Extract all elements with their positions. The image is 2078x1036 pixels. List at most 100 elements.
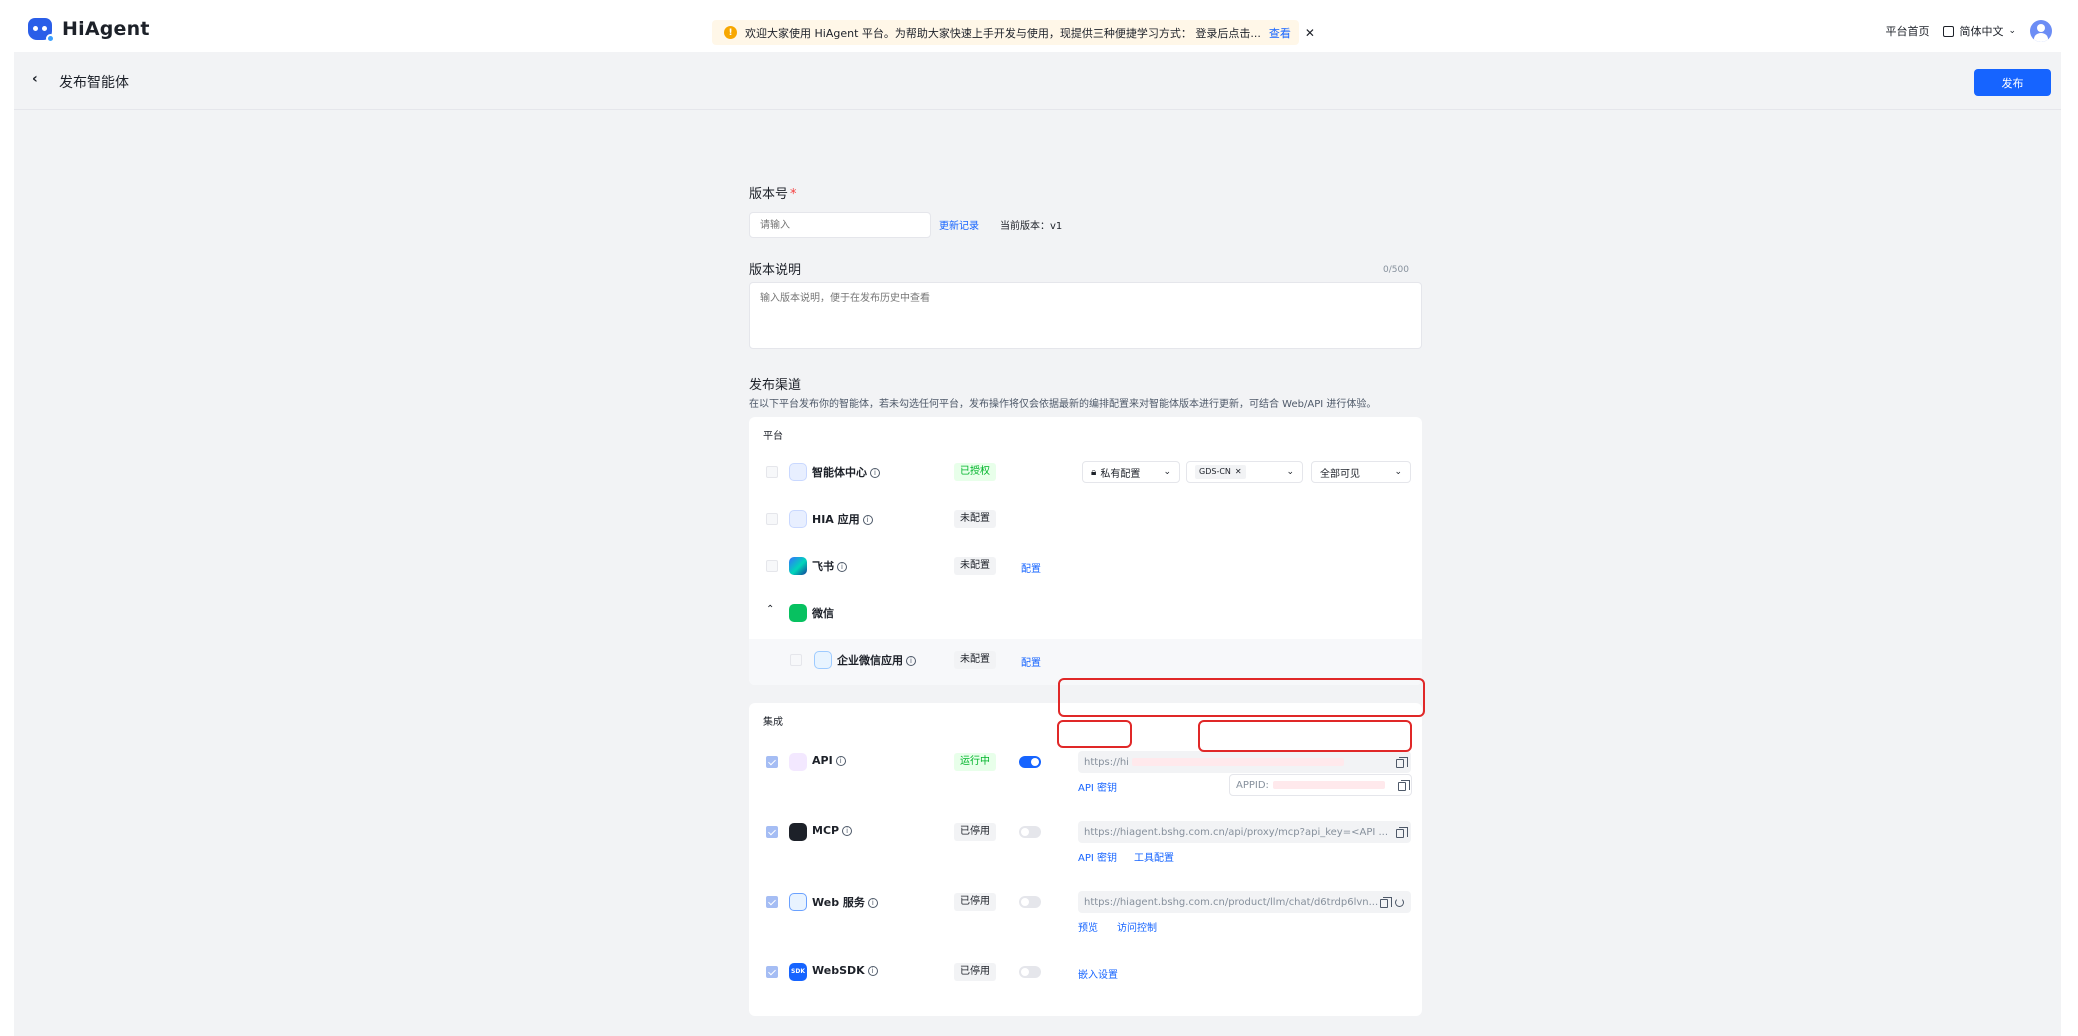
brand-name: HiAgent [62,18,150,40]
visibility-select[interactable]: 全部可见 ⌄ [1311,461,1411,483]
description-char-count: 0/500 [1383,265,1409,275]
api-toggle[interactable] [1019,756,1041,768]
page-header: ‹ 发布智能体 发布 [14,52,2061,110]
wecom-name: 企业微信应用 i [837,652,916,668]
web-access-control-link[interactable]: 访问控制 [1117,919,1157,934]
description-label: 版本说明 [749,263,802,278]
copy-icon[interactable] [1380,897,1392,908]
language-icon [1943,25,1955,37]
websdk-icon: SDK [789,963,807,981]
wecom-checkbox[interactable] [790,654,802,666]
copy-icon[interactable] [1396,827,1408,838]
platform-row-feishu: 飞书 i 未配置 配置 [749,551,1422,581]
chevron-up-icon[interactable]: ⌃ [766,604,774,615]
feishu-checkbox[interactable] [766,560,778,572]
agent-center-name: 智能体中心 i [812,464,880,480]
integration-card: 集成 API i 运行中 https://hi API 密钥 APPID: MC… [749,703,1422,1016]
info-icon[interactable]: i [837,562,847,572]
mcp-tool-config-link[interactable]: 工具配置 [1134,849,1174,864]
info-icon[interactable]: i [906,656,916,666]
web-service-toggle[interactable] [1019,896,1041,908]
integration-section-title: 集成 [763,717,783,728]
info-icon[interactable]: i [842,826,853,836]
wechat-icon [789,604,807,622]
chevron-left-icon[interactable]: ‹ [32,71,38,87]
channel-label: 发布渠道 [749,378,802,393]
embed-settings-link[interactable]: 嵌入设置 [1078,966,1118,981]
agent-center-status: 已授权 [954,463,996,481]
agent-center-checkbox[interactable] [766,466,778,478]
integration-row-api: API i 运行中 https://hi API 密钥 APPID: [749,747,1422,807]
web-service-name: Web 服务 i [812,894,878,910]
chip-close-icon[interactable]: ✕ [1235,465,1242,479]
web-service-status: 已停用 [954,893,996,911]
region-select[interactable]: GDS-CN ✕ ⌄ [1186,461,1303,483]
api-checkbox[interactable] [766,756,778,768]
channel-hint: 在以下平台发布你的智能体，若未勾选任何平台，发布操作将仅会依据最新的编排配置来对… [749,399,1377,410]
platform-card: 平台 智能体中心i 已授权 🔒︎ 私有配置 ⌄ GDS-CN✕ ⌄ 全部可见 [749,417,1422,685]
chevron-down-icon: ⌄ [1394,467,1402,477]
brand-logo[interactable]: HiAgent [28,18,150,43]
copy-icon[interactable] [1396,757,1408,768]
nav-platform-home[interactable]: 平台首页 [1885,23,1929,39]
integration-row-web-service: Web 服务 i 已停用 https://hiagent.bshg.com.cn/… [749,887,1422,947]
wecom-icon [814,651,832,669]
websdk-toggle[interactable] [1019,966,1041,978]
redacted-mask [1131,758,1344,766]
integration-row-mcp: MCP i 已停用 https://hiagent.bshg.com.cn/api… [749,817,1422,877]
web-service-checkbox[interactable] [766,896,778,908]
mcp-endpoint-field[interactable]: https://hiagent.bshg.com.cn/api/proxy/mc… [1078,821,1411,843]
publish-button[interactable]: 发布 [1974,69,2051,96]
mcp-toggle[interactable] [1019,826,1041,838]
platform-row-wechat: ⌃ 微信 [749,598,1422,628]
wecom-configure-link[interactable]: 配置 [1021,654,1041,669]
platform-row-wecom: 企业微信应用 i 未配置 配置 [749,645,1422,675]
user-avatar[interactable] [2030,20,2052,42]
copy-icon[interactable] [1398,780,1410,791]
hia-app-icon [789,510,807,528]
language-selector[interactable]: 简体中文 ⌄ [1943,23,2016,39]
version-label: 版本号 * [749,187,797,202]
info-icon[interactable]: i [870,468,880,478]
mcp-api-key-link[interactable]: API 密钥 [1078,849,1117,864]
platform-row-hia-app: HIA 应用 i 未配置 [749,504,1422,534]
description-textarea[interactable] [749,282,1422,349]
web-preview-link[interactable]: 预览 [1078,919,1098,934]
info-icon[interactable]: i [835,756,846,766]
mcp-status: 已停用 [954,823,996,841]
info-icon[interactable]: i [867,898,878,908]
announcement-view-link[interactable]: 查看 [1269,25,1291,41]
mcp-checkbox[interactable] [766,826,778,838]
web-service-url-field[interactable]: https://hiagent.bshg.com.cn/product/llm/… [1078,891,1411,913]
version-input[interactable] [749,212,931,238]
api-key-link[interactable]: API 密钥 [1078,779,1117,794]
update-record-link[interactable]: 更新记录 [939,217,979,232]
info-icon[interactable]: i [862,515,873,525]
chevron-down-icon: ⌄ [2008,26,2016,36]
lock-icon: 🔒︎ [1091,466,1097,478]
appid-field[interactable]: APPID: [1229,774,1412,796]
refresh-icon[interactable] [1395,898,1404,907]
feishu-name: 飞书 i [812,558,847,574]
hiagent-logo-icon [28,18,55,43]
info-icon[interactable]: i [867,966,878,976]
hia-app-name: HIA 应用 i [812,511,873,527]
announcement-text: 欢迎大家使用 HiAgent 平台。为帮助大家快速上手开发与使用，现提供三种便捷… [745,26,1261,40]
wechat-name: 微信 [812,607,834,620]
warning-icon: ! [724,26,737,39]
hia-app-checkbox[interactable] [766,513,778,525]
api-status: 运行中 [954,753,996,771]
announcement-banner: ! 欢迎大家使用 HiAgent 平台。为帮助大家快速上手开发与使用，现提供三种… [712,20,1315,45]
feishu-status: 未配置 [954,557,996,575]
feishu-configure-link[interactable]: 配置 [1021,560,1041,575]
close-icon[interactable]: ✕ [1305,26,1315,40]
private-config-select[interactable]: 🔒︎ 私有配置 ⌄ [1082,461,1180,483]
api-endpoint-field[interactable]: https://hi [1078,751,1411,773]
top-right-nav: 平台首页 简体中文 ⌄ [1885,20,2052,42]
region-chip: GDS-CN ✕ [1195,465,1246,479]
websdk-checkbox[interactable] [766,966,778,978]
agent-center-icon [789,463,807,481]
chevron-down-icon: ⌄ [1163,467,1171,477]
wechat-sub-group: 企业微信应用 i 未配置 配置 [749,639,1422,685]
api-icon [789,753,807,771]
